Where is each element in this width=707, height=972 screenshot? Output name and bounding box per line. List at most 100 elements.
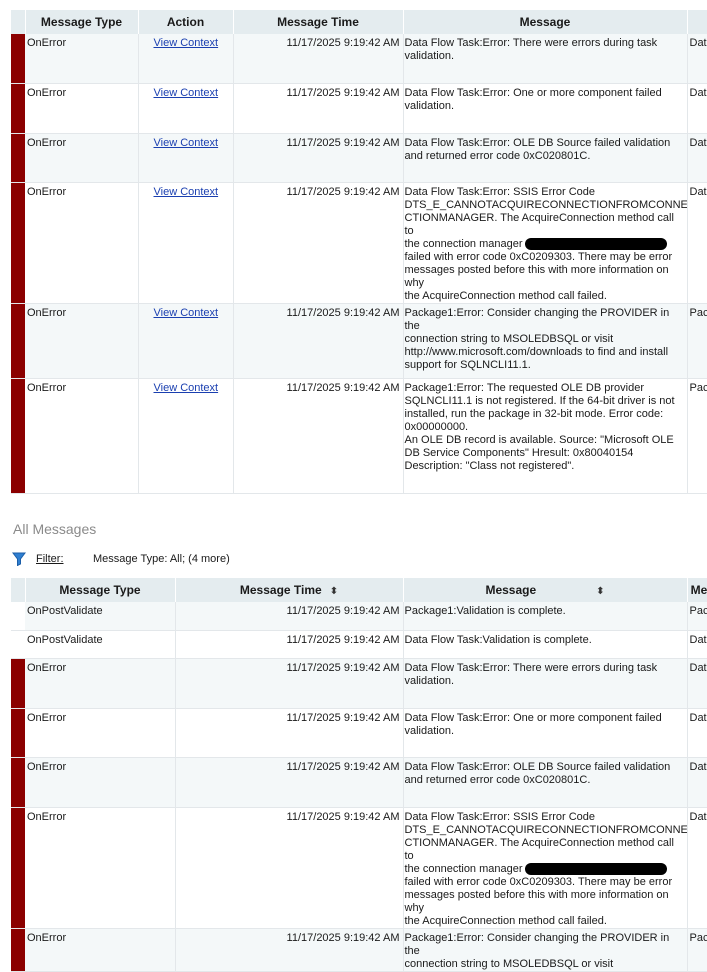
message-line: the connection manager [405,863,523,875]
message-source: Data [688,631,707,647]
column-header-message-time[interactable]: Message Time⬍ [175,578,403,602]
cell-message-type: OnError [25,757,175,807]
message-line: Description: "Class not registered". [405,460,575,472]
cell-message-time: 11/17/2025 9:19:42 AM [233,34,403,83]
column-header-message-type[interactable]: Message Type [25,578,175,602]
message-line: the AcquireConnection method call failed… [405,915,607,927]
message-source: Data [688,808,707,824]
message-time: 11/17/2025 9:19:42 AM [176,808,403,824]
cell-message-type: OnError [25,303,138,378]
message-time: 11/17/2025 9:19:42 AM [234,84,403,100]
table-row[interactable]: OnPostValidate11/17/2025 9:19:42 AMData … [11,630,707,658]
message-source: Data [688,84,707,100]
message-line: connection string to MSOLEDBSQL or visit [405,333,614,345]
view-context-link[interactable]: View Context [139,84,233,100]
cell-source: Data [687,630,707,658]
message-line: Package1:Error: The requested OLE DB pro… [405,382,644,394]
message-source: Pac [688,929,707,945]
cell-source: Data [687,708,707,757]
message-type: OnError [25,34,138,50]
cell-action: View Context [138,303,233,378]
table-row[interactable]: OnErrorView Context11/17/2025 9:19:42 AM… [11,133,707,182]
row-marker [11,602,25,630]
table-row[interactable]: OnErrorView Context11/17/2025 9:19:42 AM… [11,182,707,303]
message-line: Package1:Error: Consider changing the PR… [405,307,670,332]
error-marker [11,133,25,182]
message-text: Data Flow Task:Error: There were errors … [404,34,687,63]
table-row[interactable]: OnErrorView Context11/17/2025 9:19:42 AM… [11,34,707,83]
message-time: 11/17/2025 9:19:42 AM [176,709,403,725]
message-time: 11/17/2025 9:19:42 AM [234,379,403,395]
table-row[interactable]: OnErrorView Context11/17/2025 9:19:42 AM… [11,83,707,133]
context-grid-header: Message Type Action Message Time Message [11,10,707,34]
message-type: OnPostValidate [25,631,175,647]
sort-updown-icon[interactable]: ⬍ [330,586,338,597]
message-type: OnError [25,929,175,945]
cell-message-type: OnError [25,34,138,83]
cell-source: Data [687,658,707,708]
cell-message-type: OnError [25,182,138,303]
message-line: failed with error code 0xC0209303. There… [405,876,673,888]
column-header-action[interactable]: Action [138,10,233,34]
table-row[interactable]: OnErrorView Context11/17/2025 9:19:42 AM… [11,378,707,493]
cell-message: Data Flow Task:Error: SSIS Error CodeDTS… [403,182,687,303]
message-text: Data Flow Task:Error: SSIS Error CodeDTS… [404,808,687,928]
message-line: CTIONMANAGER. The AcquireConnection meth… [405,212,674,237]
cell-message-type: OnError [25,708,175,757]
message-line: messages posted before this with more in… [405,889,669,914]
message-text: Data Flow Task:Error: OLE DB Source fail… [404,758,687,787]
error-marker [11,658,25,708]
view-context-link[interactable]: View Context [139,183,233,199]
table-row[interactable]: OnError11/17/2025 9:19:42 AMData Flow Ta… [11,708,707,757]
view-context-link[interactable]: View Context [139,304,233,320]
table-row[interactable]: OnError11/17/2025 9:19:42 AMData Flow Ta… [11,807,707,928]
cell-message: Package1:Error: The requested OLE DB pro… [403,378,687,493]
message-source: Pac [688,304,707,320]
cell-message-time: 11/17/2025 9:19:42 AM [175,630,403,658]
table-row[interactable]: OnError11/17/2025 9:19:42 AMData Flow Ta… [11,658,707,708]
table-row[interactable]: OnError11/17/2025 9:19:42 AMData Flow Ta… [11,757,707,807]
view-context-link[interactable]: View Context [139,134,233,150]
cell-message-time: 11/17/2025 9:19:42 AM [175,757,403,807]
cell-message-time: 11/17/2025 9:19:42 AM [233,182,403,303]
error-marker [11,83,25,133]
cell-message-type: OnError [25,928,175,971]
error-marker [11,928,25,971]
error-marker [11,303,25,378]
column-header-message[interactable]: Message [403,10,687,34]
cell-message-type: OnError [25,133,138,182]
table-row[interactable]: OnErrorView Context11/17/2025 9:19:42 AM… [11,303,707,378]
view-context-link[interactable]: View Context [139,34,233,50]
error-marker [11,378,25,493]
table-row[interactable]: OnPostValidate11/17/2025 9:19:42 AMPacka… [11,602,707,630]
message-text: Data Flow Task:Validation is complete. [404,631,687,647]
message-text: Package1:Error: Consider changing the PR… [404,304,687,372]
column-header-message-time[interactable]: Message Time [233,10,403,34]
error-marker [11,34,25,83]
message-line: the connection manager [405,238,523,250]
column-header-message-type[interactable]: Message Type [25,10,138,34]
cell-message-time: 11/17/2025 9:19:42 AM [233,133,403,182]
cell-action: View Context [138,83,233,133]
message-type: OnError [25,808,175,824]
message-type: OnError [25,84,138,100]
cell-message: Data Flow Task:Error: One or more compon… [403,83,687,133]
message-source: Data [688,134,707,150]
table-row[interactable]: OnError11/17/2025 9:19:42 AMPackage1:Err… [11,928,707,971]
message-time: 11/17/2025 9:19:42 AM [176,758,403,774]
message-source: Data [688,659,707,675]
view-context-link[interactable]: View Context [139,379,233,395]
message-line: support for SQLNCLI11.1. [405,359,531,371]
filter-funnel-icon[interactable] [12,552,26,566]
message-text: Data Flow Task:Error: OLE DB Source fail… [404,134,687,163]
message-type: OnError [25,134,138,150]
filter-link[interactable]: Filter: [36,553,64,565]
sort-updown-icon[interactable]: ⬍ [596,586,604,597]
message-line: messages posted before this with more in… [405,264,669,289]
column-header-more[interactable]: Me [687,578,707,602]
message-line: DB Service Components" Hresult: 0x800401… [405,447,634,459]
column-header-more[interactable] [687,10,707,34]
column-header-message[interactable]: Message⬍ [403,578,687,602]
message-line: Data Flow Task:Error: One or more compon… [405,712,662,724]
message-line: failed with error code 0xC0209303. There… [405,251,673,263]
